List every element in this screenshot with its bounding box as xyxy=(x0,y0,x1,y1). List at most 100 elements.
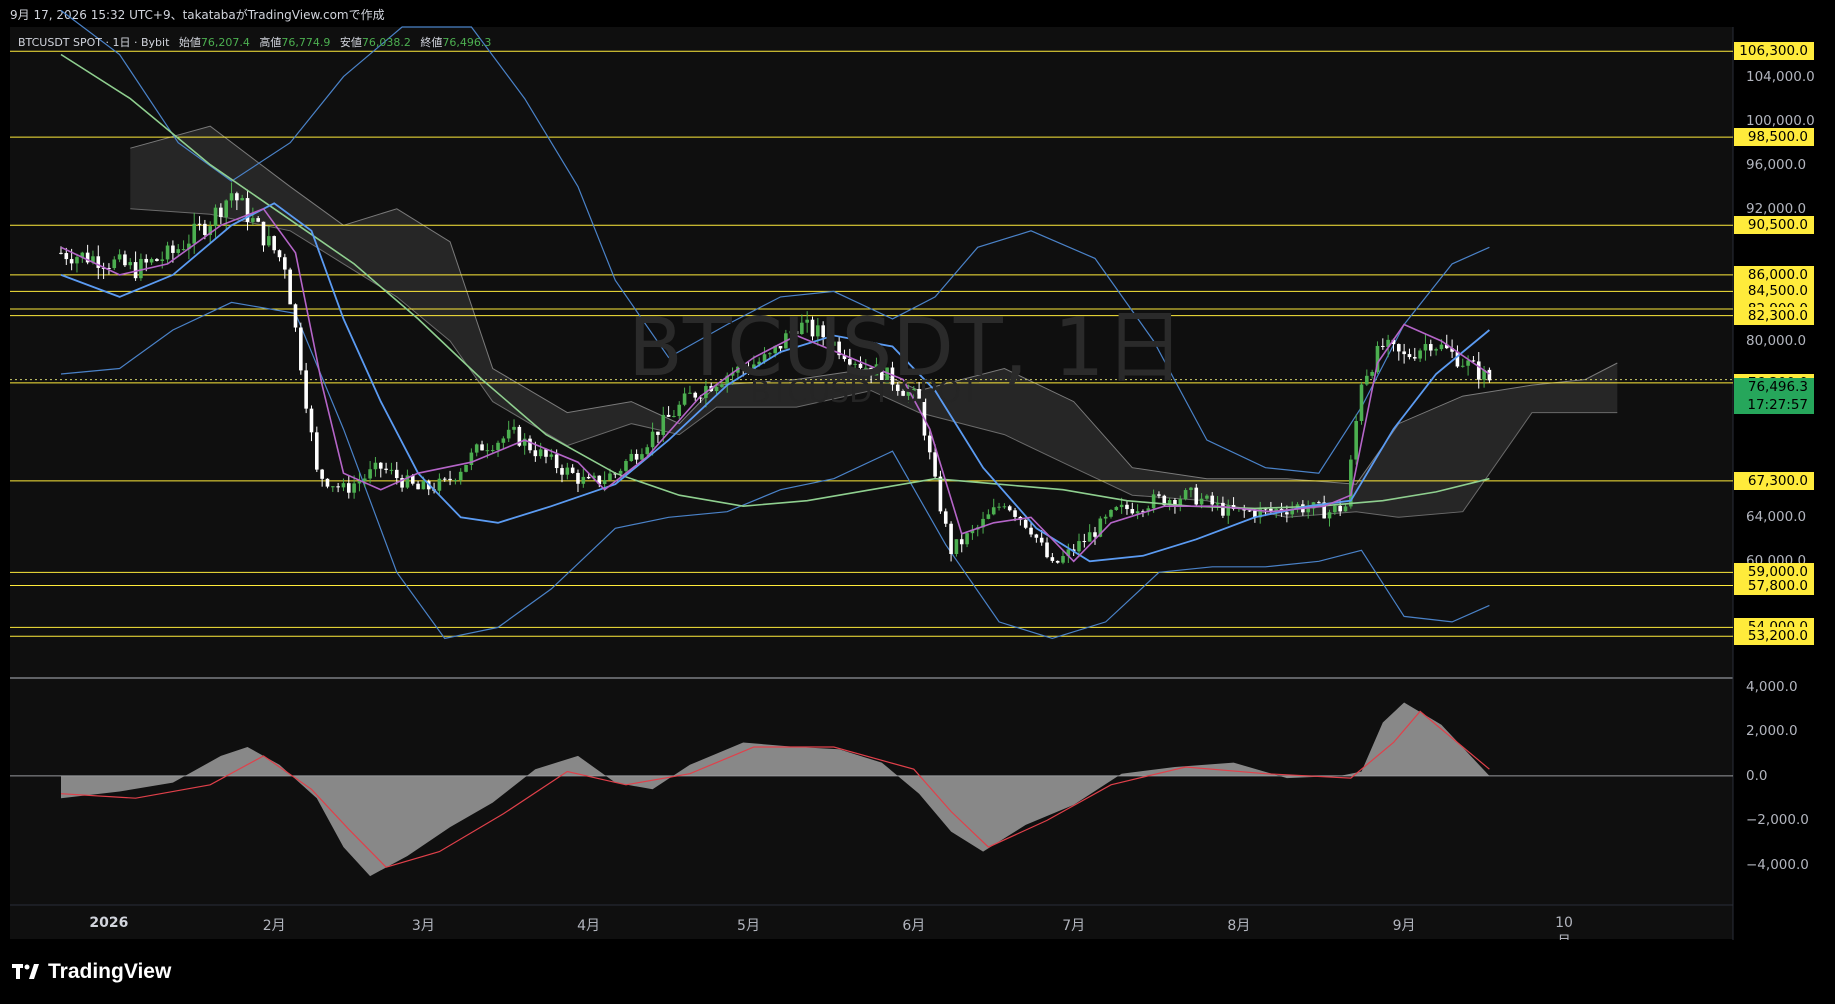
horizontal-level-label: 67,300.0 xyxy=(1734,471,1814,490)
candle-body xyxy=(1125,504,1129,510)
time-axis-tick: 8月 xyxy=(1227,918,1251,934)
candle-body xyxy=(624,461,628,471)
oscillator-axis-tick: 2,000.0 xyxy=(1746,723,1798,740)
candle-body xyxy=(629,453,634,462)
time-axis-tick: 5月 xyxy=(737,918,760,934)
candle-body xyxy=(480,444,484,451)
candle-body xyxy=(1103,516,1108,519)
candle-body xyxy=(581,476,586,484)
candle-body xyxy=(991,507,996,515)
candle-body xyxy=(176,249,181,253)
candle-body xyxy=(1354,421,1358,460)
price-axis-tick: 80,000.0 xyxy=(1746,333,1807,349)
candle-body xyxy=(634,453,639,460)
horizontal-level-label: 53,200.0 xyxy=(1734,627,1814,646)
candle-body xyxy=(576,472,580,484)
candle-body xyxy=(1466,360,1470,366)
candle-body xyxy=(69,259,74,264)
candle-body xyxy=(1333,505,1337,513)
symbol-watermark-sub: BTCUSDT SPOT xyxy=(750,375,980,410)
tradingview-logo[interactable]: TradingView xyxy=(12,960,171,984)
candle-body xyxy=(501,438,506,443)
legend-high-label: 高値 xyxy=(259,36,282,49)
candle-body xyxy=(320,469,324,479)
candle-body xyxy=(1194,487,1199,505)
candle-body xyxy=(1317,502,1321,504)
oscillator-axis-tick: −4,000.0 xyxy=(1746,856,1809,873)
candle-body xyxy=(235,193,239,201)
candle-body xyxy=(1093,532,1097,537)
candle-body xyxy=(1428,344,1433,351)
candle-body xyxy=(1306,508,1310,513)
candle-body xyxy=(139,258,143,279)
candle-body xyxy=(565,467,570,475)
candle-body xyxy=(1247,510,1252,512)
candle-body xyxy=(1487,369,1492,381)
candle-body xyxy=(618,470,623,474)
candle-body xyxy=(608,473,612,481)
horizontal-level-label: 84,500.0 xyxy=(1734,282,1814,301)
bar-countdown: 17:27:57 xyxy=(1747,397,1808,413)
candle-body xyxy=(1157,494,1161,496)
candle-body xyxy=(1087,532,1092,542)
horizontal-level-label: 57,800.0 xyxy=(1734,576,1814,595)
candle-body xyxy=(949,523,953,555)
candle-body xyxy=(1215,502,1220,505)
candle-body xyxy=(362,478,367,481)
candle-body xyxy=(197,223,202,225)
candle-body xyxy=(1338,505,1342,512)
candle-body xyxy=(1397,344,1401,352)
candle-body xyxy=(965,533,969,545)
candle-body xyxy=(155,259,159,261)
candle-body xyxy=(640,454,644,460)
horizontal-level-label: 106,300.0 xyxy=(1734,42,1814,61)
candle-body xyxy=(341,483,346,488)
candle-body xyxy=(394,469,399,479)
candle-body xyxy=(160,259,165,261)
candle-body xyxy=(656,431,660,435)
candle-body xyxy=(219,207,223,218)
candle-body xyxy=(336,486,340,488)
horizontal-level-label: 90,500.0 xyxy=(1734,216,1814,235)
candle-body xyxy=(943,511,948,524)
candle-body xyxy=(64,253,69,260)
candle-body xyxy=(1034,534,1039,538)
candle-body xyxy=(293,304,298,328)
candle-body xyxy=(538,449,543,457)
candle-body xyxy=(1343,506,1348,512)
candle-body xyxy=(549,454,554,457)
candle-body xyxy=(389,469,394,471)
candle-body xyxy=(602,480,607,484)
candle-body xyxy=(304,370,308,409)
candle-body xyxy=(1050,557,1055,561)
candle-body xyxy=(1023,519,1028,528)
price-axis-tick: 96,000.0 xyxy=(1746,156,1807,173)
candle-body xyxy=(213,207,218,227)
candle-body xyxy=(384,468,388,470)
candle-body xyxy=(288,269,292,305)
legend-low-value: 76,038.2 xyxy=(361,36,411,49)
candle-body xyxy=(251,218,255,222)
candle-body xyxy=(1199,498,1204,505)
candle-body xyxy=(997,506,1001,508)
candle-body xyxy=(661,414,666,435)
horizontal-level-label: 82,300.0 xyxy=(1734,306,1814,325)
candle-body xyxy=(554,454,559,469)
candle-body xyxy=(1013,510,1017,517)
candle-body xyxy=(506,429,511,439)
candle-body xyxy=(1418,350,1422,359)
tradingview-logo-icon xyxy=(12,964,39,979)
candle-body xyxy=(954,539,959,555)
candle-body xyxy=(283,257,287,270)
candle-body xyxy=(586,476,591,479)
legend-low-label: 安値 xyxy=(339,36,362,49)
oscillator-histogram-area xyxy=(61,702,1490,877)
candle-body xyxy=(1221,502,1225,516)
candle-body xyxy=(261,221,266,246)
time-axis-tick: 4月 xyxy=(577,918,601,934)
candle-body xyxy=(149,259,154,263)
candle-body xyxy=(1359,384,1364,422)
candle-body xyxy=(490,450,495,452)
legend-open-label: 始値 xyxy=(178,36,201,49)
chart-canvas[interactable] xyxy=(0,0,1835,940)
